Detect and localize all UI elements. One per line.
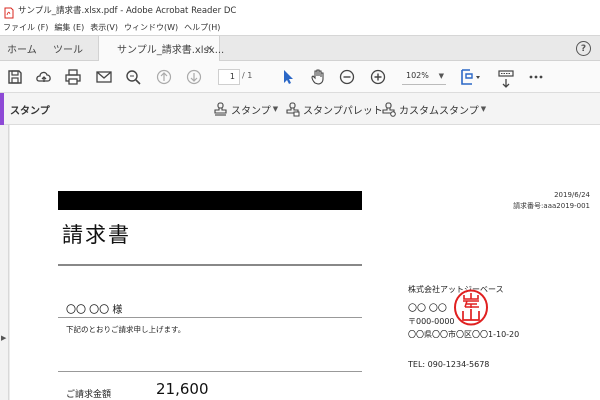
amount-value: 21,600 — [156, 380, 209, 398]
title-bar: サンプル_請求書.xlsx.pdf - Adobe Acrobat Reader… — [0, 0, 600, 19]
issuer-zip: 〒000-0000 — [408, 317, 455, 326]
stamp-toolbar: スタンプ スタンプ ▼ スタンプパレット カスタムスタンプ ▼ — [0, 93, 600, 125]
print-icon[interactable] — [64, 68, 82, 86]
stamp-button[interactable]: スタンプ ▼ — [213, 100, 278, 118]
title-divider — [58, 264, 362, 266]
seal-stamp — [453, 289, 489, 326]
tab-bar: ホーム ツール サンプル_請求書.xlsx... × ? — [0, 35, 600, 61]
document-viewport[interactable]: ▶ 請求書 2019/6/24 請求番号:aaa2019-001 〇〇 〇〇 様… — [0, 125, 600, 400]
upload-icon[interactable] — [35, 68, 53, 86]
window-title: サンプル_請求書.xlsx.pdf - Adobe Acrobat Reader… — [18, 5, 237, 16]
stamp-bar-label: スタンプ — [10, 106, 50, 117]
fit-page-icon[interactable] — [458, 68, 482, 86]
stamp-palette-label: スタンプパレット — [303, 105, 383, 117]
invoice-title: 請求書 — [62, 223, 131, 247]
header-bar — [58, 191, 362, 210]
page-total: / 1 — [242, 71, 253, 80]
tab-tools[interactable]: ツール — [53, 36, 83, 61]
menu-edit[interactable]: 編集 (E) — [51, 22, 87, 33]
menu-view[interactable]: 表示(V) — [87, 22, 121, 33]
download-icon[interactable] — [497, 78, 515, 90]
select-arrow-icon[interactable] — [279, 68, 297, 86]
body-text: 下記のとおりご請求申し上げます。 — [66, 325, 186, 334]
stamp-palette-button[interactable]: スタンプパレット — [285, 100, 383, 118]
amount-label: ご請求金額 — [66, 390, 112, 400]
tab-home[interactable]: ホーム — [7, 36, 37, 61]
issuer-address: 〇〇県〇〇市〇区〇〇1-10-20 — [408, 330, 520, 339]
customer-divider — [58, 317, 362, 318]
menu-window[interactable]: ウィンドウ(W) — [121, 22, 181, 33]
zoom-select[interactable]: 102% ▼ — [402, 69, 446, 85]
issuer-person: 〇〇 〇〇 — [408, 304, 447, 314]
stamp-palette-icon — [286, 101, 300, 116]
invoice-date: 2019/6/24 — [554, 191, 590, 199]
menu-help[interactable]: ヘルプ(H) — [181, 22, 223, 33]
custom-stamp-icon — [382, 101, 396, 117]
pdf-page: 請求書 2019/6/24 請求番号:aaa2019-001 〇〇 〇〇 様 下… — [10, 125, 600, 400]
menu-bar: ファイル (F) 編集 (E) 表示(V) ウィンドウ(W) ヘルプ(H) — [0, 19, 600, 35]
pdf-file-icon — [3, 4, 15, 18]
invoice-number: 請求番号:aaa2019-001 — [513, 202, 590, 210]
customer-name: 〇〇 〇〇 様 — [66, 305, 123, 316]
chevron-down-icon: ▼ — [272, 105, 279, 113]
chevron-down-icon: ▼ — [480, 105, 487, 113]
more-icon[interactable] — [527, 68, 545, 86]
hand-icon[interactable] — [309, 68, 327, 86]
custom-stamp-button[interactable]: カスタムスタンプ ▼ — [381, 100, 486, 118]
email-icon[interactable] — [95, 68, 113, 86]
main-toolbar: 1 / 1 102% ▼ — [0, 61, 600, 93]
help-icon[interactable]: ? — [576, 41, 591, 56]
zoom-in-icon[interactable] — [369, 68, 387, 86]
issuer-tel: TEL: 090-1234-5678 — [408, 360, 490, 369]
page-down-icon[interactable] — [185, 68, 203, 86]
page-number-input[interactable]: 1 — [218, 69, 240, 85]
left-panel-toggle[interactable]: ▶ — [0, 125, 9, 400]
stamp-icon — [214, 101, 227, 116]
amount-divider — [58, 371, 362, 372]
save-icon[interactable] — [6, 68, 24, 86]
stamp-button-label: スタンプ — [231, 105, 271, 117]
close-tab-icon[interactable]: × — [205, 44, 213, 54]
zoom-out-icon[interactable] — [338, 68, 356, 86]
zoom-search-icon[interactable] — [124, 68, 142, 86]
stamp-bar-accent — [0, 93, 4, 125]
page-up-icon[interactable] — [155, 68, 173, 86]
chevron-right-icon: ▶ — [1, 334, 7, 342]
zoom-value: 102% — [406, 71, 429, 80]
tab-document[interactable]: サンプル_請求書.xlsx... × — [98, 36, 224, 61]
custom-stamp-label: カスタムスタンプ — [399, 105, 479, 117]
menu-file[interactable]: ファイル (F) — [0, 22, 51, 33]
chevron-down-icon: ▼ — [438, 72, 444, 80]
